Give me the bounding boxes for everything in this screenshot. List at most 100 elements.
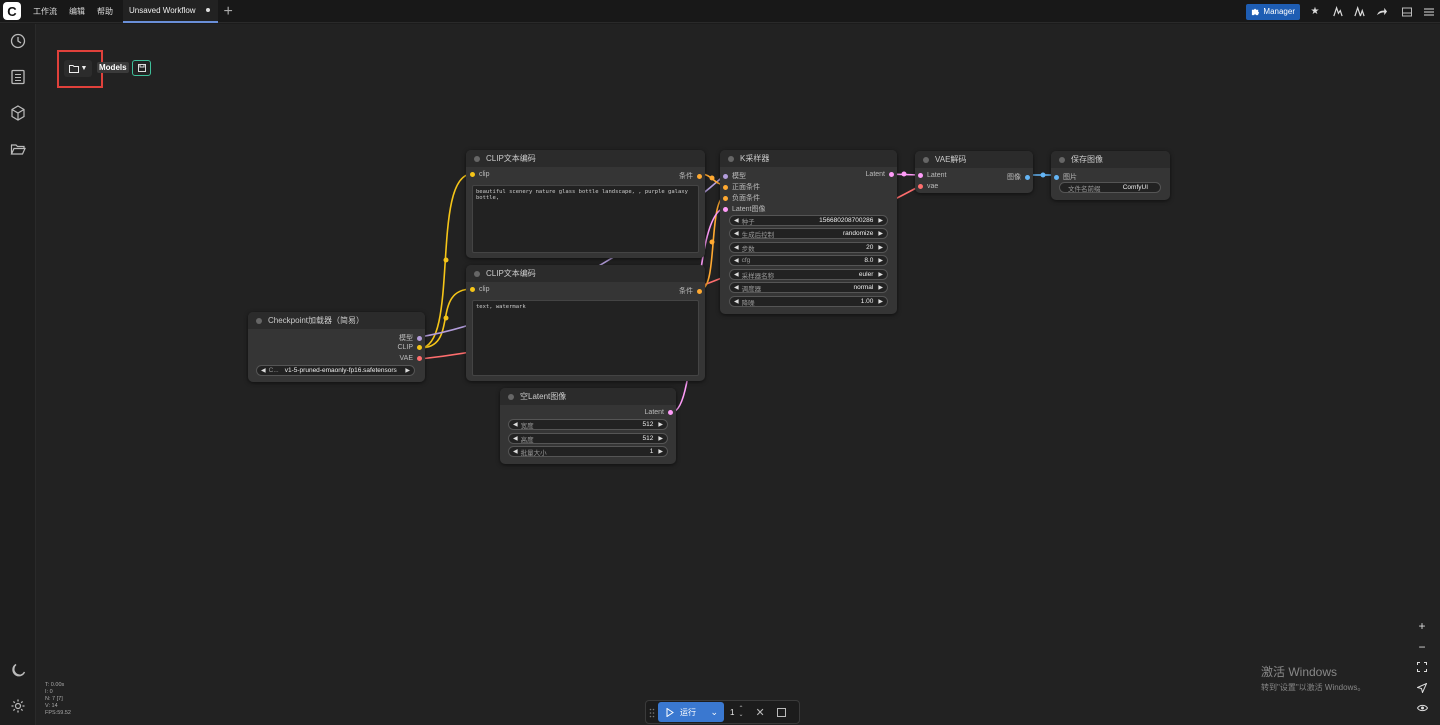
arrow-right-icon[interactable]: ▶ [878,230,883,237]
output-slot-clip[interactable] [417,345,422,350]
node-collapse-dot[interactable] [256,317,262,324]
node-title: 保存图像 [1071,155,1103,164]
node-collapse-dot[interactable] [508,393,514,400]
ckpt-name-combo[interactable]: ◀ C... v1-5-pruned-emaonly-fp16.safetens… [256,365,415,376]
clip-text-encode-node-positive[interactable]: CLIP文本编码 clip 条件 beautiful scenery natur… [466,150,705,258]
steps-widget[interactable]: ◀ 步数 20 ▶ [729,242,888,253]
arrow-right-icon[interactable]: ▶ [878,257,883,264]
zoom-in-icon[interactable]: + [1411,616,1433,636]
run-dropdown-icon[interactable]: ⌄ [710,707,718,718]
arrow-left-icon[interactable]: ◀ [734,271,739,278]
folder-dropdown-button[interactable]: ▼ [64,60,92,77]
scheduler-widget[interactable]: ◀ 调度器 normal ▶ [729,282,888,293]
input-label: clip [479,171,490,178]
output-slot-vae[interactable] [417,356,422,361]
widget-value: 156680208700286 [819,217,874,224]
arrow-right-icon[interactable]: ▶ [658,421,663,428]
input-label: clip [479,286,490,293]
folder-icon [68,64,79,73]
zoom-out-icon[interactable]: − [1411,637,1433,657]
cfg-widget[interactable]: ◀ cfg 8.0 ▶ [729,255,888,266]
sampler-name-widget[interactable]: ◀ 采样器名称 euler ▶ [729,269,888,280]
widget-label: 种子 [741,218,755,226]
arrow-left-icon[interactable]: ◀ [734,257,739,264]
filename-prefix-widget[interactable]: 文件名前缀 ComfyUI [1059,182,1161,193]
input-slot-vae[interactable] [918,184,923,189]
output-slot-latent[interactable] [668,410,673,415]
output-label: 条件 [679,173,693,180]
input-slot-latent[interactable] [918,173,923,178]
save-image-node[interactable]: 保存图像 图片 文件名前缀 ComfyUI [1051,151,1170,200]
arrow-left-icon[interactable]: ◀ [261,367,266,374]
empty-latent-node[interactable]: 空Latent图像 Latent ◀ 宽度 512 ▶ ◀ 高度 512 ▶ ◀ 批量大小 1 ▶ [500,388,676,464]
stat-i: I: 0 [45,689,53,695]
arrow-left-icon[interactable]: ◀ [734,230,739,237]
checkpoint-loader-node[interactable]: Checkpoint加载器（简易） 模型 CLIP VAE ◀ C... v1-… [248,312,425,382]
arrow-left-icon[interactable]: ◀ [734,284,739,291]
send-arrow-icon[interactable] [1411,678,1433,698]
arrow-right-icon[interactable]: ▶ [878,244,883,251]
arrow-right-icon[interactable]: ▶ [878,298,883,305]
height-widget[interactable]: ◀ 高度 512 ▶ [508,433,668,444]
node-collapse-dot[interactable] [1059,156,1065,163]
stat-nodes: N: 7 [7] [45,696,63,702]
output-label: Latent [865,171,885,178]
output-label: 图像 [1007,174,1021,181]
arrow-right-icon[interactable]: ▶ [658,435,663,442]
input-slot-clip[interactable] [470,172,475,177]
widget-label: 调度器 [741,285,762,293]
input-slot-images[interactable] [1054,174,1059,180]
output-slot-latent[interactable] [889,172,894,177]
eye-icon[interactable] [1411,698,1433,718]
input-slot-clip[interactable] [470,287,475,292]
output-label: Latent [644,409,664,416]
batch-count-input[interactable]: 1 [730,708,734,717]
arrow-left-icon[interactable]: ◀ [734,298,739,305]
prompt-textarea[interactable]: beautiful scenery nature glass bottle la… [472,185,699,253]
run-button[interactable]: 运行 ⌄ [658,702,724,722]
arrow-right-icon[interactable]: ▶ [405,367,410,374]
output-slot-image[interactable] [1025,174,1030,180]
ksampler-node[interactable]: K采样器 模型 正面条件 负面条件 Latent图像 Latent ◀ 种子 156… [720,150,897,314]
windows-activation-watermark: 激活 Windows 转到"设置"以激活 Windows。 [1261,663,1365,693]
arrow-left-icon[interactable]: ◀ [513,435,518,442]
drag-handle-icon[interactable] [649,708,655,718]
clip-text-encode-node-negative[interactable]: CLIP文本编码 clip 条件 text, watermark [466,265,705,381]
batch-size-widget[interactable]: ◀ 批量大小 1 ▶ [508,446,668,457]
count-stepper-icon[interactable]: ⌃ ⌄ [738,706,743,718]
arrow-right-icon[interactable]: ▶ [878,217,883,224]
control-after-generate-widget[interactable]: ◀ 生成后控制 randomize ▶ [729,228,888,239]
input-label: vae [927,183,939,190]
arrow-left-icon[interactable]: ◀ [734,217,739,224]
arrow-right-icon[interactable]: ▶ [658,448,663,455]
save-icon [137,64,146,72]
arrow-right-icon[interactable]: ▶ [878,284,883,291]
node-collapse-dot[interactable] [474,155,480,162]
arrow-right-icon[interactable]: ▶ [878,271,883,278]
cancel-close-icon[interactable]: ✕ [755,706,764,719]
denoise-widget[interactable]: ◀ 降噪 1.00 ▶ [729,296,888,307]
models-save-button[interactable] [132,60,151,76]
widget-value: v1-5-pruned-emaonly-fp16.safetensors [284,367,397,374]
arrow-left-icon[interactable]: ◀ [513,448,518,455]
input-slot-positive[interactable] [723,184,728,190]
arrow-left-icon[interactable]: ◀ [734,244,739,251]
input-slot-model[interactable] [723,173,728,179]
node-collapse-dot[interactable] [923,156,929,163]
input-slot-negative[interactable] [723,195,728,201]
input-slot-latent[interactable] [723,206,728,212]
output-slot-model[interactable] [417,335,422,341]
width-widget[interactable]: ◀ 宽度 512 ▶ [508,419,668,430]
output-slot-cond[interactable] [697,288,702,294]
widget-label: cfg [741,257,751,264]
prompt-textarea[interactable]: text, watermark [472,300,699,376]
stop-square-icon[interactable] [776,707,786,717]
vae-decode-node[interactable]: VAE解码 Latent vae 图像 [915,151,1033,193]
node-collapse-dot[interactable] [728,155,734,162]
seed-widget[interactable]: ◀ 种子 156680208700286 ▶ [729,215,888,226]
widget-value: 512 [642,421,654,428]
fit-view-icon[interactable] [1411,657,1433,677]
arrow-left-icon[interactable]: ◀ [513,421,518,428]
node-collapse-dot[interactable] [474,270,480,277]
output-slot-cond[interactable] [697,173,702,179]
